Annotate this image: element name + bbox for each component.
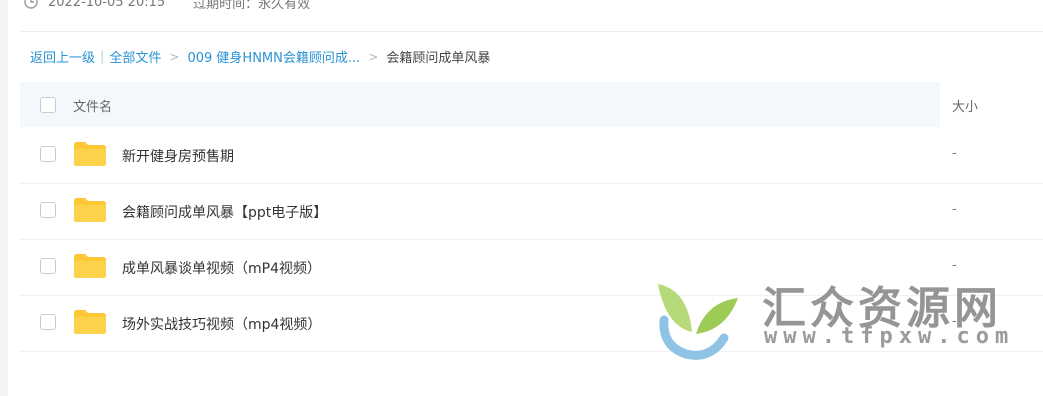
table-row[interactable]: 场外实战技巧视频（mp4视频） - (20, 295, 1043, 352)
table-row[interactable]: 会籍顾问成单风暴【ppt电子版】 - (20, 183, 1043, 240)
left-edge-strip (0, 0, 8, 396)
folder-icon (74, 198, 106, 222)
folder-icon (74, 310, 106, 334)
breadcrumb: 返回上一级 | 全部文件 > 009 健身HNMN会籍顾问成... > 会籍顾问… (30, 47, 490, 66)
column-header-filename: 文件名 (73, 100, 113, 115)
breadcrumb-current-folder: 会籍顾问成单风暴 (386, 51, 491, 66)
row-checkbox[interactable] (40, 258, 56, 274)
table-header (20, 82, 940, 127)
file-size: - (952, 258, 957, 273)
folder-name[interactable]: 成单风暴谈单视频（mP4视频） (122, 258, 321, 278)
select-all-checkbox[interactable] (40, 97, 56, 113)
folder-name[interactable]: 场外实战技巧视频（mp4视频） (122, 314, 321, 334)
clock-icon (24, 0, 38, 9)
breadcrumb-back-link[interactable]: 返回上一级 (30, 47, 95, 66)
folder-icon (74, 142, 106, 166)
expire-time: 过期时间：永久有效 (193, 0, 311, 12)
share-info-bar: 2022-10-05 20:15 过期时间：永久有效 (24, 0, 310, 13)
table-row[interactable]: 成单风暴谈单视频（mP4视频） - (20, 239, 1043, 296)
row-checkbox[interactable] (40, 314, 56, 330)
file-size: - (952, 146, 957, 161)
row-checkbox[interactable] (40, 202, 56, 218)
table-row[interactable]: 新开健身房预售期 - (20, 127, 1043, 184)
folder-icon (74, 254, 106, 278)
breadcrumb-separator: | (100, 49, 105, 64)
breadcrumb-all-files-link[interactable]: 全部文件 (109, 47, 161, 66)
breadcrumb-chevron: > (169, 49, 180, 64)
divider (20, 31, 1043, 32)
folder-name[interactable]: 会籍顾问成单风暴【ppt电子版】 (122, 202, 327, 222)
breadcrumb-chevron: > (368, 49, 379, 64)
column-header-size: 大小 (952, 100, 979, 115)
share-timestamp: 2022-10-05 20:15 (48, 0, 166, 10)
file-size: - (952, 202, 957, 217)
row-checkbox[interactable] (40, 146, 56, 162)
folder-name[interactable]: 新开健身房预售期 (122, 146, 234, 166)
breadcrumb-parent-folder-link[interactable]: 009 健身HNMN会籍顾问成... (187, 47, 360, 66)
file-size: - (952, 314, 957, 329)
